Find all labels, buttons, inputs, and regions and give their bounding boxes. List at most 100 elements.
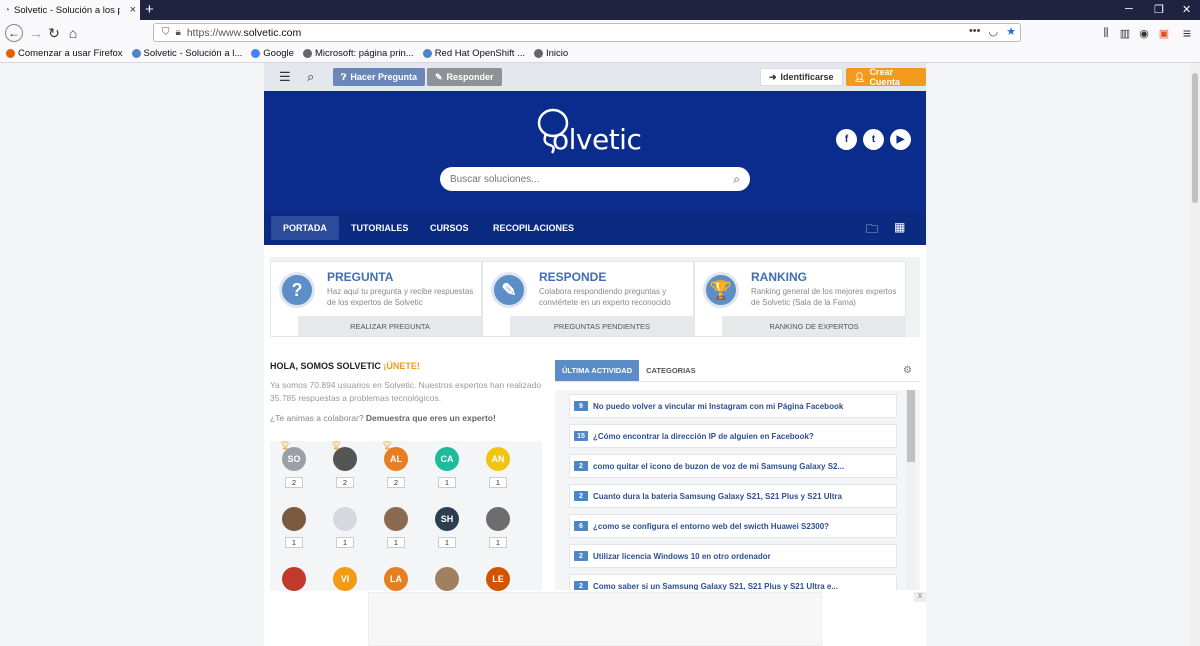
maximize-icon[interactable]: ❐ bbox=[1154, 3, 1164, 16]
nav-cursos[interactable]: CURSOS bbox=[418, 216, 481, 240]
top-user[interactable]: SH 1 bbox=[427, 507, 467, 548]
avatar[interactable] bbox=[333, 507, 357, 531]
bookmark-item[interactable]: Inicio bbox=[533, 48, 568, 59]
top-user[interactable]: 🏆︎ 2 bbox=[325, 441, 365, 488]
activity-title[interactable]: como quitar el icono de buzon de voz de … bbox=[593, 462, 844, 471]
top-user[interactable]: CA 1 bbox=[427, 447, 467, 488]
login-button[interactable]: ➜ Identificarse bbox=[760, 68, 843, 86]
site-search-input[interactable] bbox=[450, 173, 734, 185]
new-tab-icon[interactable]: + bbox=[145, 2, 154, 18]
folder-icon[interactable]: 🗀 bbox=[866, 220, 878, 241]
bookmark-item[interactable]: Red Hat OpenShift ... bbox=[422, 48, 525, 59]
bookmark-item[interactable]: Comenzar a usar Firefox bbox=[6, 48, 123, 59]
browser-tab[interactable]: ◔ Solvetic - Solución a los proble × bbox=[0, 0, 140, 20]
avatar[interactable]: SH bbox=[435, 507, 459, 531]
activity-item[interactable]: 9 No puedo volver a vincular mi Instagram… bbox=[569, 394, 897, 418]
top-user[interactable]: AN 1 bbox=[478, 447, 518, 488]
card-button[interactable]: PREGUNTAS PENDIENTES bbox=[510, 316, 694, 336]
activity-title[interactable]: Cuanto dura la bateria Samsung Galaxy S2… bbox=[593, 492, 842, 501]
facebook-icon[interactable]: f bbox=[836, 129, 857, 150]
avatar[interactable]: AL bbox=[384, 447, 408, 471]
back-icon[interactable]: ← bbox=[5, 24, 23, 42]
activity-item[interactable]: 6 ¿como se configura el entorno web del s… bbox=[569, 514, 897, 538]
activity-item[interactable]: 2 Como saber si un Samsung Galaxy S21, S2… bbox=[569, 574, 897, 590]
reload-icon[interactable]: ↻ bbox=[45, 24, 63, 42]
tab-categorias[interactable]: CATEGORIAS bbox=[639, 360, 702, 381]
hamburger-menu-icon[interactable]: ☰ bbox=[279, 69, 291, 85]
calendar-icon[interactable]: ▦ bbox=[894, 220, 905, 234]
page-scrollbar[interactable] bbox=[1190, 63, 1200, 646]
forward-icon[interactable]: → bbox=[27, 24, 45, 42]
lock-icon[interactable]: 🔒︎ bbox=[176, 27, 181, 38]
bookmark-item[interactable]: Microsoft: página prin... bbox=[302, 48, 414, 59]
top-user[interactable]: LA bbox=[376, 567, 416, 591]
avatar[interactable] bbox=[486, 507, 510, 531]
nav-portada[interactable]: PORTADA bbox=[271, 216, 339, 240]
activity-item[interactable]: 15 ¿Cómo encontrar la dirección IP de alg… bbox=[569, 424, 897, 448]
join-link[interactable]: ¡ÚNETE! bbox=[383, 361, 420, 371]
expert-link[interactable]: Demuestra que eres un experto! bbox=[366, 413, 496, 423]
top-user[interactable]: 1 bbox=[274, 507, 314, 548]
bookmark-star-icon[interactable]: ★ bbox=[1006, 25, 1016, 38]
avatar[interactable]: AN bbox=[486, 447, 510, 471]
account-icon[interactable]: ◉ bbox=[1135, 24, 1153, 42]
create-account-button[interactable]: 👤︎ Crear Cuenta bbox=[846, 67, 926, 87]
search-submit-icon[interactable]: ⌕ bbox=[733, 172, 740, 187]
bookmark-item[interactable]: Google bbox=[251, 48, 294, 59]
activity-title[interactable]: ¿como se configura el entorno web del sw… bbox=[593, 522, 829, 531]
avatar[interactable]: LE bbox=[486, 567, 510, 591]
home-icon[interactable]: ⌂ bbox=[64, 24, 82, 42]
nav-tutoriales[interactable]: TUTORIALES bbox=[339, 216, 420, 240]
card-button[interactable]: REALIZAR PREGUNTA bbox=[298, 316, 482, 336]
avatar[interactable]: LA bbox=[384, 567, 408, 591]
ask-question-button[interactable]: ❓︎ Hacer Pregunta bbox=[333, 68, 425, 86]
search-icon[interactable]: ⌕ bbox=[307, 69, 314, 85]
avatar[interactable] bbox=[282, 567, 306, 591]
top-user[interactable] bbox=[274, 567, 314, 591]
card-title[interactable]: RANKING bbox=[751, 270, 807, 284]
top-user[interactable]: 1 bbox=[376, 507, 416, 548]
top-user[interactable]: LE bbox=[478, 567, 518, 591]
activity-title[interactable]: Utilizar licencia Windows 10 en otro ord… bbox=[593, 552, 771, 561]
top-user[interactable]: 🏆︎ SO 2 bbox=[274, 441, 314, 488]
sidebar-icon[interactable]: ▥ bbox=[1116, 24, 1134, 42]
card-title[interactable]: PREGUNTA bbox=[327, 270, 393, 284]
close-window-icon[interactable]: ✕ bbox=[1182, 3, 1191, 16]
activity-item[interactable]: 2 como quitar el icono de buzon de voz de… bbox=[569, 454, 897, 478]
answer-button[interactable]: ✎ Responder bbox=[427, 68, 502, 86]
top-user[interactable]: 1 bbox=[325, 507, 365, 548]
close-tab-icon[interactable]: × bbox=[130, 4, 136, 16]
nav-recopilaciones[interactable]: RECOPILACIONES bbox=[481, 216, 586, 240]
avatar[interactable] bbox=[435, 567, 459, 591]
avatar[interactable] bbox=[384, 507, 408, 531]
twitter-icon[interactable]: t bbox=[863, 129, 884, 150]
page-actions-icon[interactable]: ••• bbox=[969, 25, 981, 38]
top-user[interactable]: 🏆︎ AL 2 bbox=[376, 441, 416, 488]
url-bar[interactable]: ⛉ 🔒︎ https://www.solvetic.com ••• ◡ ★ bbox=[153, 23, 1021, 42]
extension-icon[interactable]: ▣ bbox=[1155, 24, 1173, 42]
ad-banner[interactable] bbox=[368, 592, 822, 646]
top-user[interactable]: 1 bbox=[478, 507, 518, 548]
tab-ultima-actividad[interactable]: ÚLTIMA ACTIVIDAD bbox=[555, 360, 640, 381]
top-user[interactable]: VI bbox=[325, 567, 365, 591]
activity-scrollbar-thumb[interactable] bbox=[907, 390, 915, 462]
activity-scrollbar[interactable] bbox=[906, 390, 916, 590]
menu-icon[interactable]: ≡ bbox=[1178, 24, 1196, 42]
activity-title[interactable]: ¿Cómo encontrar la dirección IP de algui… bbox=[593, 432, 814, 441]
page-scrollbar-thumb[interactable] bbox=[1192, 73, 1198, 203]
library-icon[interactable]: ⫼ bbox=[1097, 24, 1115, 42]
pocket-icon[interactable]: ◡ bbox=[989, 25, 999, 38]
gear-icon[interactable]: ⚙ bbox=[903, 365, 912, 376]
avatar[interactable] bbox=[333, 447, 357, 471]
avatar[interactable] bbox=[282, 507, 306, 531]
activity-item[interactable]: 2 Cuanto dura la bateria Samsung Galaxy S… bbox=[569, 484, 897, 508]
ad-close-button[interactable]: X bbox=[914, 592, 926, 602]
youtube-icon[interactable]: ▶ bbox=[890, 129, 911, 150]
bookmark-item[interactable]: Solvetic - Solución a l... bbox=[131, 48, 242, 59]
activity-item[interactable]: 2 Utilizar licencia Windows 10 en otro or… bbox=[569, 544, 897, 568]
shield-icon[interactable]: ⛉ bbox=[162, 27, 170, 38]
avatar[interactable]: VI bbox=[333, 567, 357, 591]
card-button[interactable]: RANKING DE EXPERTOS bbox=[722, 316, 906, 336]
avatar[interactable]: CA bbox=[435, 447, 459, 471]
avatar[interactable]: SO bbox=[282, 447, 306, 471]
